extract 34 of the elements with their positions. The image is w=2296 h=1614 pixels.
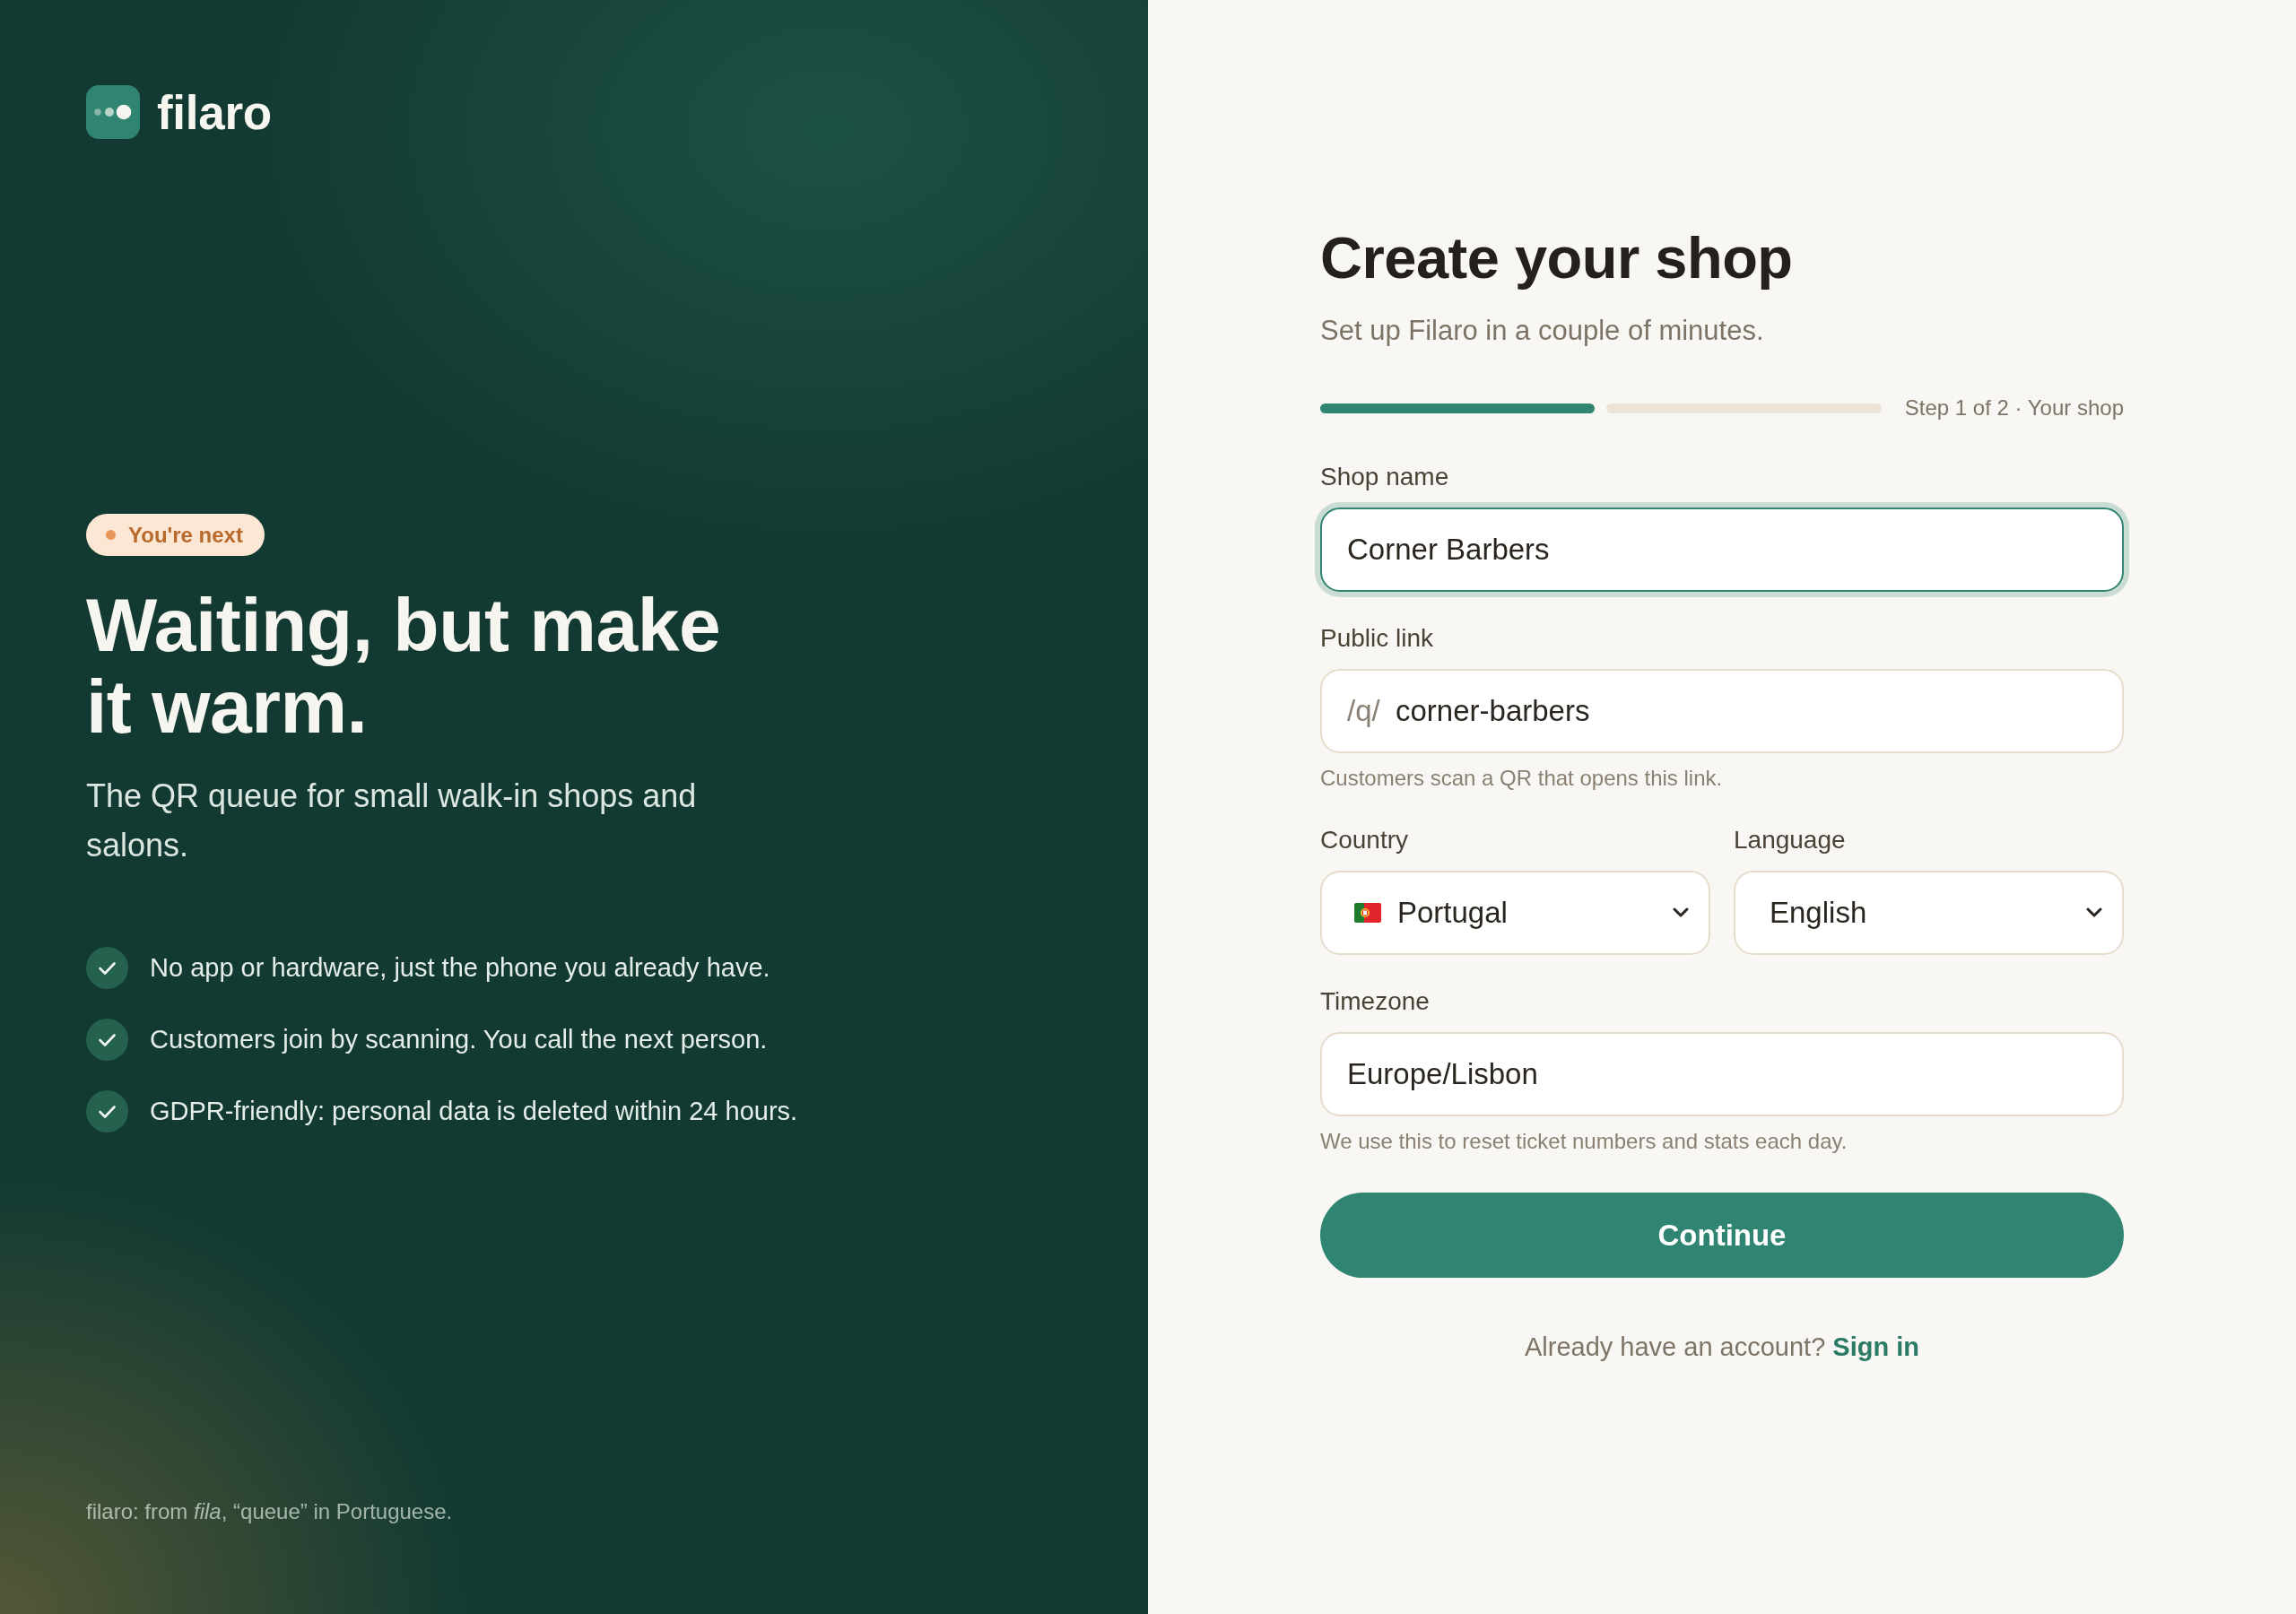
hero-subtitle: The QR queue for small walk-in shops and salons. (86, 777, 698, 865)
hero-heading: Waiting, but make it warm. (86, 585, 722, 748)
check-icon (86, 1019, 128, 1061)
continue-button[interactable]: Continue (1320, 1193, 2124, 1278)
form-heading: Create your shop (1320, 224, 1793, 292)
flag-icon (1354, 903, 1381, 923)
footnote-text: filaro: from fila, “queue” in Portuguese. (86, 1498, 453, 1525)
shop-name-input[interactable]: Corner Barbers (1320, 508, 2124, 592)
field-label: Language (1734, 825, 1846, 855)
chevron-down-icon (1673, 907, 1689, 918)
brand-name: filaro (157, 88, 272, 136)
timezone-input[interactable]: Europe/Lisbon (1320, 1032, 2124, 1116)
language-select[interactable]: English (1734, 871, 2124, 955)
step-label: Step 1 of 2 · Your shop (1904, 395, 2124, 421)
field-label: Timezone (1320, 986, 1430, 1017)
link-prefix: /q/ (1347, 693, 1380, 729)
country-select[interactable]: Portugal (1320, 871, 1710, 955)
check-icon (86, 947, 128, 989)
feature-text: GDPR-friendly: personal data is deleted within 24 hours. (150, 1095, 798, 1127)
field-label: Shop name (1320, 462, 1449, 492)
field-label: Public link (1320, 623, 1434, 654)
sign-in-link[interactable]: Sign in (1832, 1332, 1920, 1361)
field-hint: Customers scan a QR that opens this link. (1320, 765, 1723, 792)
signin-prompt: Already have an account? Sign in (1524, 1332, 1920, 1363)
feature-text: Customers join by scanning. You call the next person. (150, 1023, 768, 1055)
logo-icon (86, 85, 140, 139)
check-icon (86, 1090, 128, 1132)
field-label: Country (1320, 825, 1409, 855)
dot-icon (106, 530, 116, 540)
feature-text: No app or hardware, just the phone you already have. (150, 951, 770, 984)
form-subtitle: Set up Filaro in a couple of minutes. (1320, 314, 1764, 348)
field-hint: We use this to reset ticket numbers and stats each day. (1320, 1128, 1848, 1155)
chevron-down-icon (2086, 907, 2102, 918)
status-badge: You're next (86, 514, 265, 556)
